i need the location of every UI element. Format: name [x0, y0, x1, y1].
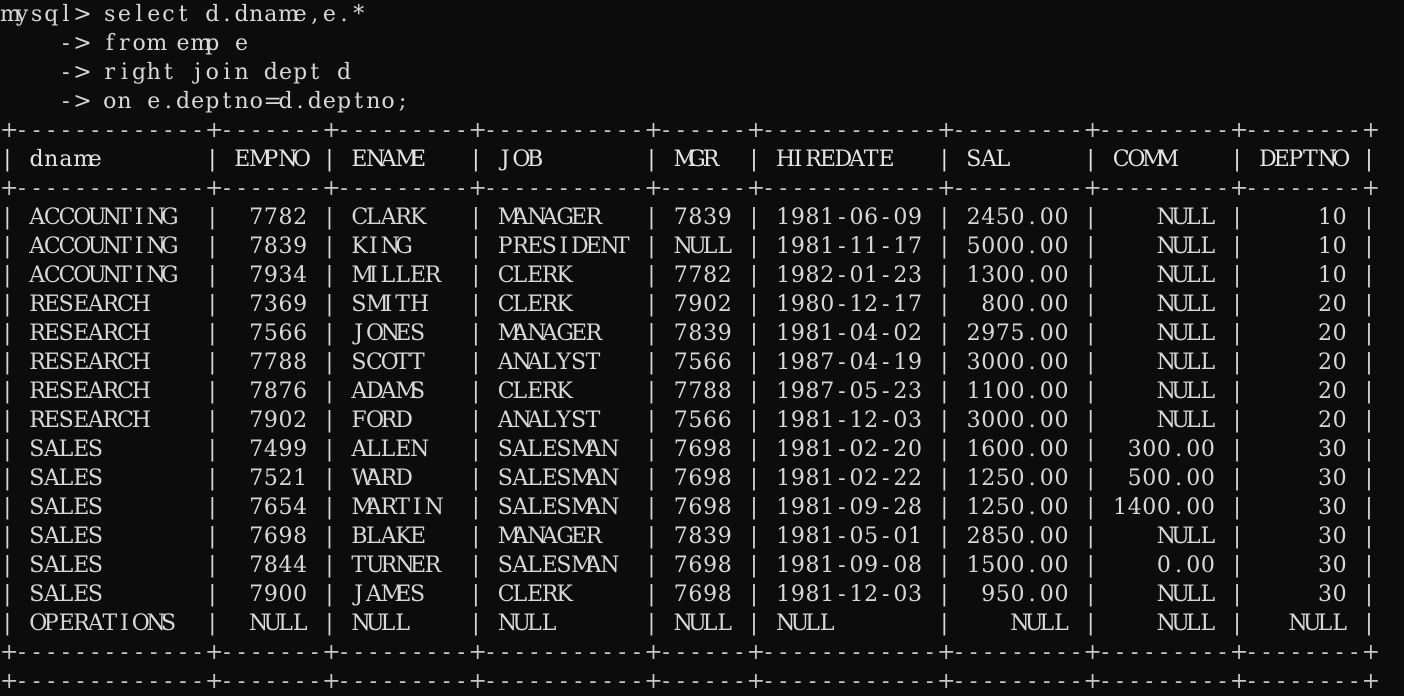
terminal-window[interactable]: my sq l > s e l ec t d. dname, e. * - > f r om emp e … — [0, 0, 1404, 694]
query-continuation-line: - > r i gh t join dep t d — [62, 60, 352, 85]
table-row: | SALES | 7698 | BLAKE | MANAGER | 7839 … — [3, 524, 1373, 549]
table-row: | RESEARCH | 7788 | SCOTT | ANALYST | 75… — [3, 350, 1373, 375]
table-row: | SALES | 7654 | MART I N | SALESMAN | 769… — [3, 495, 1373, 520]
table-row: | RESEARCH | 7876 | ADAMS | CLERK | 7788… — [3, 379, 1373, 404]
table-row: | OPERAT I ONS | NULL | NULL | NULL | NULL… — [3, 611, 1373, 636]
query-prompt-line: my sq l > s e l ec t d. dname, e. * — [0, 2, 365, 27]
query-continuation-line: - > on e. dep t no=d. dep t no; — [62, 89, 407, 114]
table-row: | ACCOUNT I NG | 7839 | KI NG | PRES I DENT |… — [3, 234, 1373, 259]
table-row: | RESEARCH | 7566 | J ONES | MANAGER | 78… — [3, 321, 1373, 346]
table-header-separator: +- - - - - - - - - - - - - +- - - - - - - +- - - - - - - - - +- - - - - - -… — [0, 176, 1381, 201]
table-top-border: +- - - - - - - - - - - - - +- - - - - - - +- - - - - - - - - +- - - - - - -… — [0, 118, 1381, 143]
table-row: | ACCOUNT I NG | 7934 | MI LLER | CLERK | 7… — [3, 263, 1373, 288]
table-row: | SALES | 7900 | J AMES | CLERK | 7698 | … — [3, 582, 1373, 607]
table-row: | SALES | 7844 | TURNER | SALESMAN | 769… — [3, 553, 1373, 578]
terminal-screen: my sq l > s e l ec t d. dname, e. * - > f r om emp e … — [0, 0, 1404, 696]
table-row: | RESEARCH | 7902 | FORD | ANALYST | 756… — [3, 408, 1373, 433]
query-continuation-line: - > f r om emp e — [62, 31, 249, 56]
table-bottom-border: +- - - - - - - - - - - - - +- - - - - - - +- - - - - - - - - +- - - - - - -… — [0, 640, 1381, 665]
table-header-row: | dname | EMPNO | ENAME | J OB | MGR | HI… — [3, 147, 1373, 172]
table-row: | ACCOUNT I NG | 7782 | CLARK | MANAGER | … — [3, 205, 1373, 230]
table-row: | SALES | 7521 | WARD | SALESMAN | 7698 … — [3, 466, 1373, 491]
table-overflow-line: +- - - - - - - - - - - - - +- - - - - - - +- - - - - - - - - +- - - - - - -… — [0, 669, 1381, 694]
table-row: | RESEARCH | 7369 | SMI TH | CLERK | 7902… — [3, 292, 1373, 317]
table-row: | SALES | 7499 | ALLEN | SALESMAN | 7698… — [3, 437, 1373, 462]
